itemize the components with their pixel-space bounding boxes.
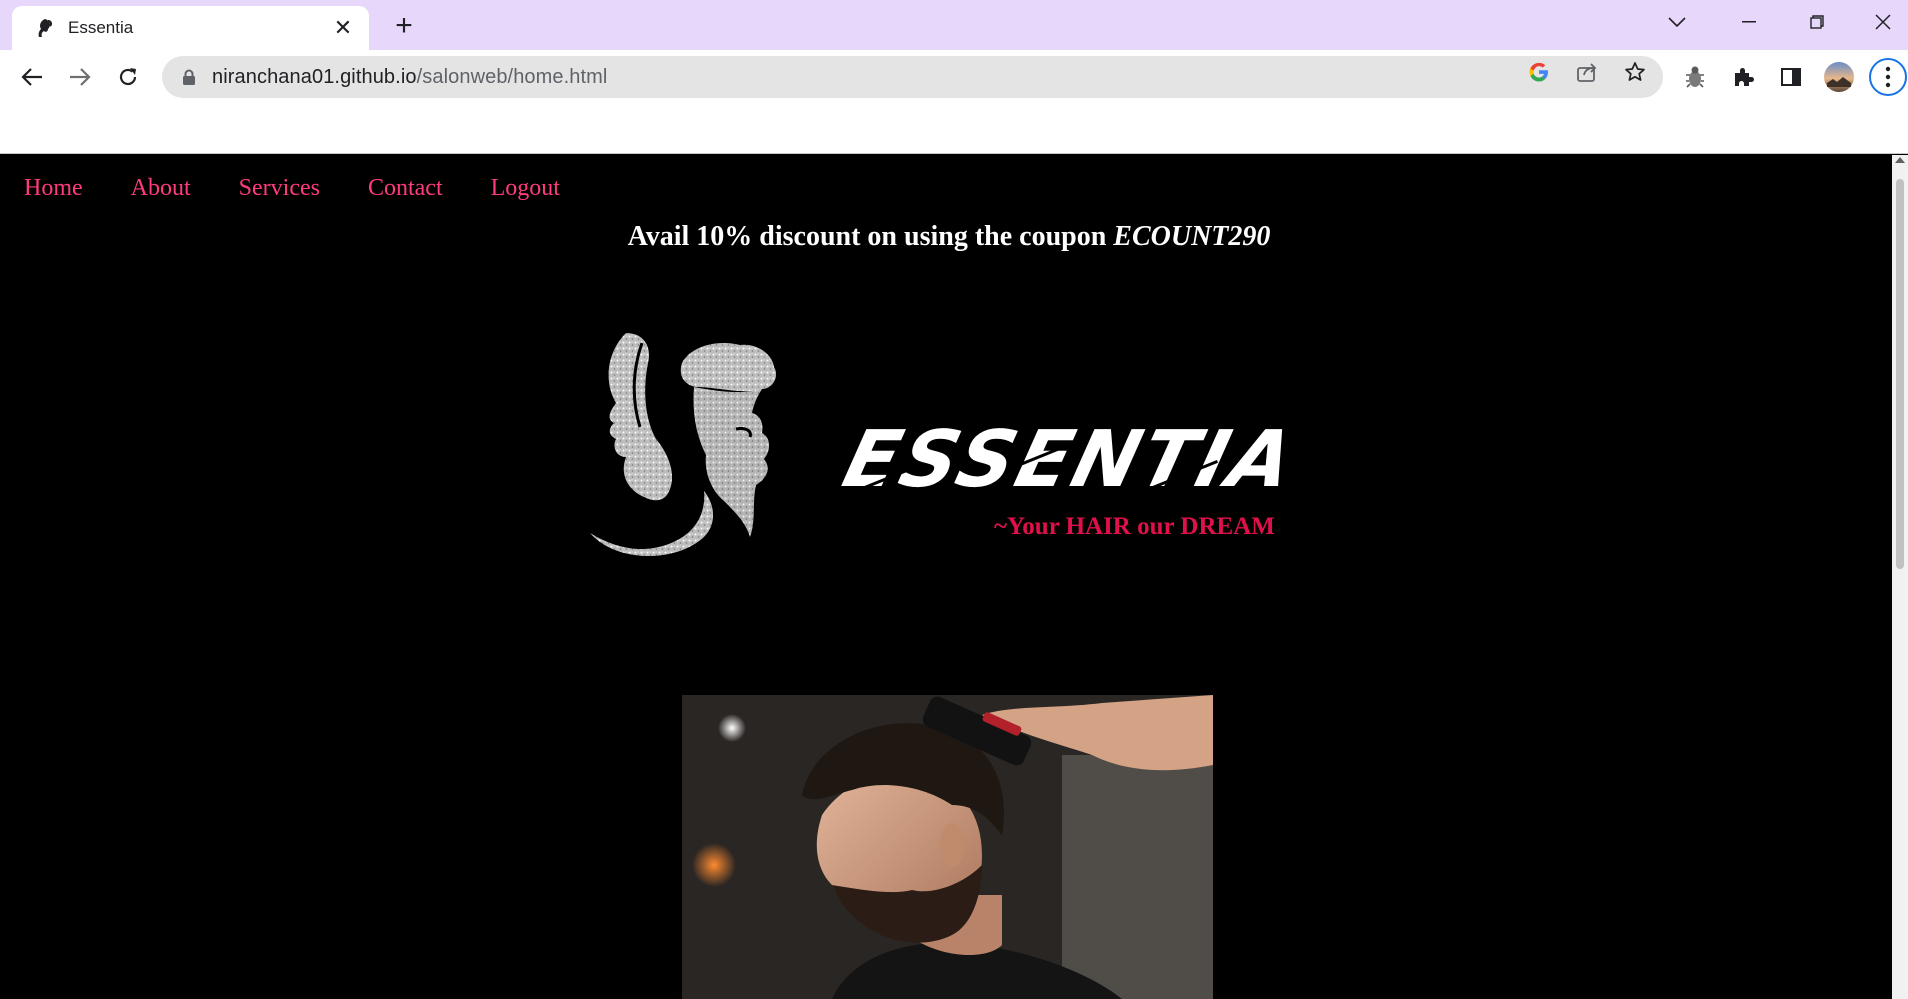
browser-tab-strip: Essentia ✕ + — [0, 0, 1908, 50]
chrome-menu-icon[interactable] — [1868, 57, 1908, 97]
side-panel-icon[interactable] — [1777, 63, 1805, 91]
nav-link-about[interactable]: About — [131, 175, 191, 202]
lock-icon[interactable] — [182, 69, 198, 85]
url-text[interactable]: niranchana01.github.io/salonweb/home.htm… — [212, 66, 607, 89]
scrollbar-thumb[interactable] — [1896, 179, 1904, 569]
page-content: Home About Services Contact Logout Avail… — [0, 155, 1892, 999]
reload-icon[interactable] — [110, 59, 146, 95]
browser-toolbar: niranchana01.github.io/salonweb/home.htm… — [0, 50, 1908, 104]
tab-search-icon[interactable] — [1654, 6, 1700, 38]
essentia-favicon-icon — [34, 17, 56, 39]
nav-link-home[interactable]: Home — [24, 175, 83, 202]
google-icon[interactable] — [1526, 59, 1552, 85]
bookmark-bar — [0, 104, 1908, 154]
tab-title: Essentia — [68, 18, 134, 37]
discount-text: Avail 10% discount on using the coupon — [627, 221, 1114, 252]
restore-icon[interactable] — [1794, 6, 1840, 38]
brand-tagline: ~Your HAIR our DREAM — [994, 513, 1275, 540]
address-bar[interactable]: niranchana01.github.io/salonweb/home.htm… — [162, 56, 1663, 98]
new-tab-icon[interactable]: + — [388, 9, 420, 42]
bug-extension-icon[interactable] — [1681, 63, 1709, 91]
nav-link-services[interactable]: Services — [239, 175, 320, 202]
tab-close-icon[interactable]: ✕ — [331, 15, 355, 40]
forward-arrow-icon[interactable] — [62, 59, 98, 95]
nav-link-logout[interactable]: Logout — [491, 175, 560, 202]
url-path: /salonweb/home.html — [416, 65, 608, 88]
share-icon[interactable] — [1574, 59, 1600, 85]
url-host: niranchana01.github.io — [212, 65, 417, 88]
browser-tab[interactable]: Essentia ✕ — [12, 6, 369, 50]
coupon-code: ECOUNT290 — [1113, 221, 1271, 252]
essentia-logo-icon — [590, 333, 777, 557]
close-window-icon[interactable] — [1860, 6, 1906, 38]
minimize-icon[interactable] — [1726, 6, 1772, 38]
profile-avatar[interactable] — [1823, 61, 1855, 93]
site-nav: Home About Services Contact Logout — [24, 175, 608, 202]
discount-banner: Avail 10% discount on using the coupon E… — [0, 221, 1892, 253]
back-arrow-icon[interactable] — [14, 59, 50, 95]
page-scrollbar[interactable] — [1892, 155, 1908, 999]
scroll-up-arrow-icon[interactable] — [1895, 157, 1905, 163]
bookmark-star-icon[interactable] — [1622, 59, 1648, 85]
extensions-puzzle-icon[interactable] — [1729, 63, 1757, 91]
nav-link-contact[interactable]: Contact — [368, 175, 443, 202]
hero-image — [682, 695, 1213, 999]
brand-name: ESSENTIA — [834, 415, 1306, 505]
